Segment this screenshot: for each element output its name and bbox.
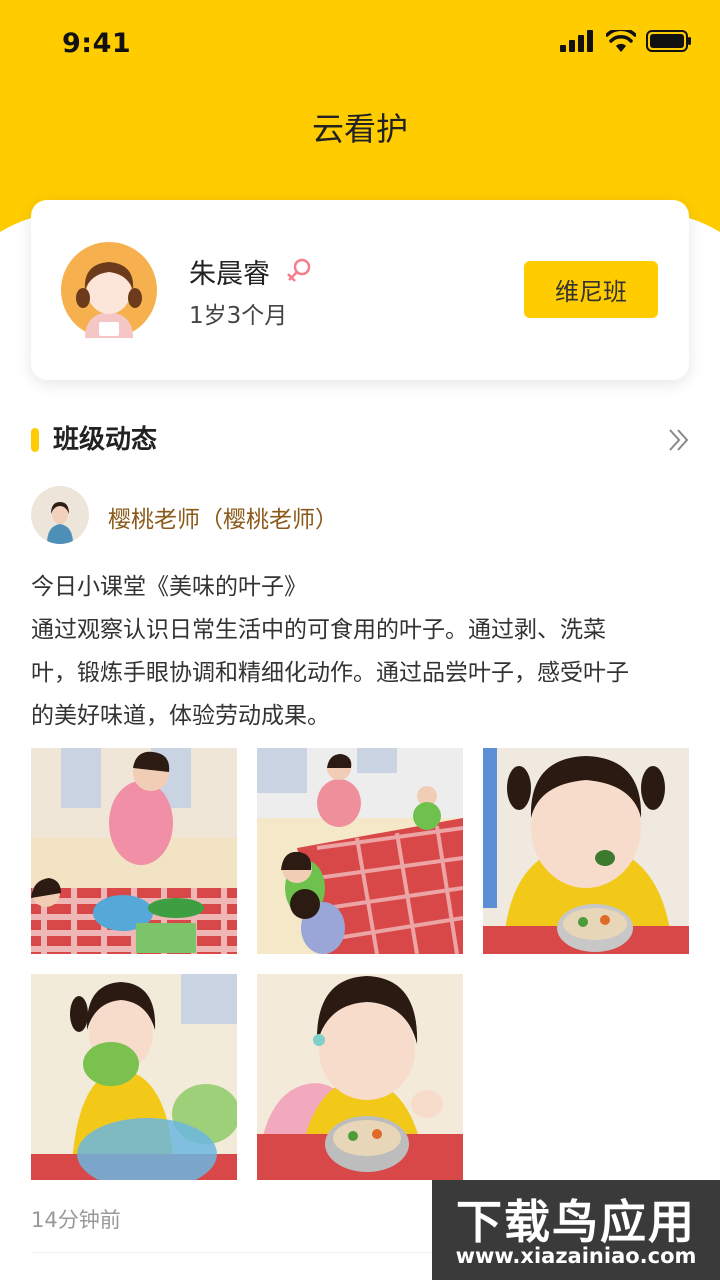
teacher-avatar[interactable] [31, 486, 89, 544]
cellular-signal-icon [560, 30, 593, 52]
post-line: 今日小课堂《美味的叶子》 [31, 574, 307, 600]
post-line: 的美好味道，体验劳动成果。 [31, 703, 330, 729]
status-bar: 9:41 [0, 0, 720, 90]
page-title: 云看护 [311, 110, 408, 148]
female-gender-icon [287, 258, 311, 282]
child-profile-card[interactable]: 朱晨睿 1岁3个月 维尼班 [31, 200, 689, 380]
section-marker [31, 428, 39, 452]
class-activity-header: 班级动态 [31, 420, 691, 460]
child-avatar [61, 242, 157, 338]
double-chevron-right-icon[interactable] [667, 426, 691, 454]
teacher-name[interactable]: 樱桃老师（樱桃老师） [108, 500, 338, 534]
watermark-title: 下载鸟应用 [456, 1195, 696, 1249]
post-photo[interactable] [31, 974, 237, 1180]
child-name: 朱晨睿 [189, 259, 270, 290]
watermark-logo: 下载鸟应用 www.xiazainiao.com [432, 1180, 720, 1280]
class-button[interactable]: 维尼班 [524, 261, 658, 318]
wifi-icon [606, 30, 636, 52]
post-photo[interactable] [257, 974, 463, 1180]
post-timestamp: 14分钟前 [31, 1208, 121, 1232]
post-photo[interactable] [31, 748, 237, 954]
watermark-url: www.xiazainiao.com [455, 1244, 697, 1268]
status-icons [560, 30, 692, 52]
post-line: 叶，锻炼手眼协调和精细化动作。通过品尝叶子，感受叶子 [31, 660, 629, 686]
battery-icon [646, 30, 691, 52]
child-age: 1岁3个月 [189, 303, 288, 329]
section-title: 班级动态 [53, 425, 158, 455]
post-line: 通过观察认识日常生活中的可食用的叶子。通过剥、洗菜 [31, 617, 606, 643]
post-photo[interactable] [483, 748, 689, 954]
status-time: 9:41 [62, 28, 132, 59]
post-photo[interactable] [257, 748, 463, 954]
post-content: 今日小课堂《美味的叶子》 通过观察认识日常生活中的可食用的叶子。通过剥、洗菜 叶… [31, 566, 691, 738]
